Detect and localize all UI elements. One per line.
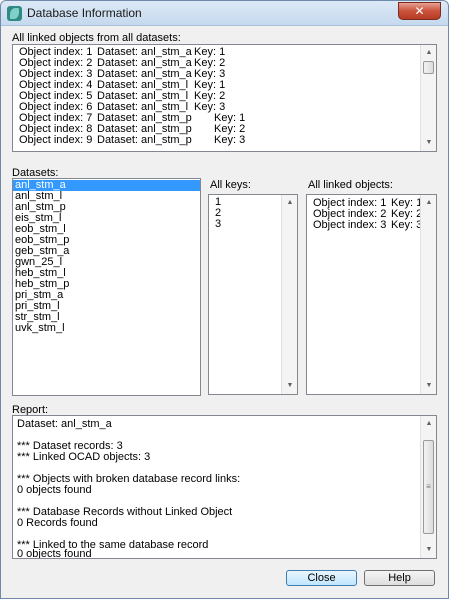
object-index-text: Object index: 3 [313, 219, 387, 231]
scroll-thumb[interactable]: ≡ [423, 440, 434, 534]
report-line: Dataset: anl_stm_a [17, 418, 112, 430]
scroll-up-icon[interactable]: ▲ [421, 416, 436, 432]
vertical-scrollbar[interactable]: ▲ ▼ [420, 45, 436, 151]
report-line: 0 objects found [17, 484, 92, 496]
all-linked-label: All linked objects from all datasets: [12, 32, 181, 44]
scroll-down-icon[interactable]: ▼ [421, 135, 436, 151]
datasets-items: anl_stm_a anl_stm_l anl_stm_p eis_stm_l eob_… [13, 179, 200, 334]
title-bar[interactable]: Database Information ✕ [1, 1, 448, 26]
report-line: *** Linked OCAD objects: 3 [17, 451, 151, 463]
vertical-scrollbar[interactable]: ▲ ▼ [281, 195, 297, 394]
all-keys-list[interactable]: 1 2 3 ▲ ▼ [208, 194, 298, 395]
scroll-thumb[interactable] [423, 61, 434, 74]
linked-objects-label: All linked objects: [308, 179, 393, 191]
all-linked-list[interactable]: Object index: 1 Dataset: anl_stm_a Key: … [12, 44, 437, 152]
all-keys-items: 1 2 3 [213, 197, 221, 230]
key-text: Key: 3 [391, 219, 423, 231]
dataset-text: Dataset: anl_stm_p [97, 134, 192, 146]
vertical-scrollbar[interactable]: ▲ ▼ [420, 195, 436, 394]
list-item[interactable]: 3 [213, 219, 221, 230]
scroll-down-icon[interactable]: ▼ [282, 378, 297, 394]
report-line: 0 objects found [17, 548, 92, 559]
close-button[interactable]: Close [286, 570, 357, 586]
scroll-down-icon[interactable]: ▼ [421, 542, 436, 558]
datasets-list[interactable]: anl_stm_a anl_stm_l anl_stm_p eis_stm_l eob_… [12, 178, 201, 396]
scroll-up-icon[interactable]: ▲ [421, 195, 436, 211]
scroll-up-icon[interactable]: ▲ [282, 195, 297, 211]
report-line: 0 Records found [17, 517, 98, 529]
window-close-button[interactable]: ✕ [398, 2, 441, 20]
dataset-item[interactable]: uvk_stm_l [13, 323, 200, 334]
app-icon [7, 6, 22, 21]
vertical-scrollbar[interactable]: ▲ ≡ ▼ [420, 416, 436, 558]
scroll-grip-icon: ≡ [426, 482, 431, 491]
report-text-area[interactable]: Dataset: anl_stm_a *** Dataset records: … [12, 415, 437, 559]
scroll-down-icon[interactable]: ▼ [421, 378, 436, 394]
window-title: Database Information [27, 6, 142, 20]
linked-objects-list[interactable]: Object index: 1 Key: 1 Object index: 2 K… [306, 194, 437, 395]
dialog-window: Database Information ✕ All linked object… [0, 0, 449, 599]
help-button[interactable]: Help [364, 570, 435, 586]
all-keys-label: All keys: [210, 179, 251, 191]
key-text: Key: 3 [214, 134, 246, 146]
scroll-up-icon[interactable]: ▲ [421, 45, 436, 61]
object-index-text: Object index: 9 [19, 134, 93, 146]
